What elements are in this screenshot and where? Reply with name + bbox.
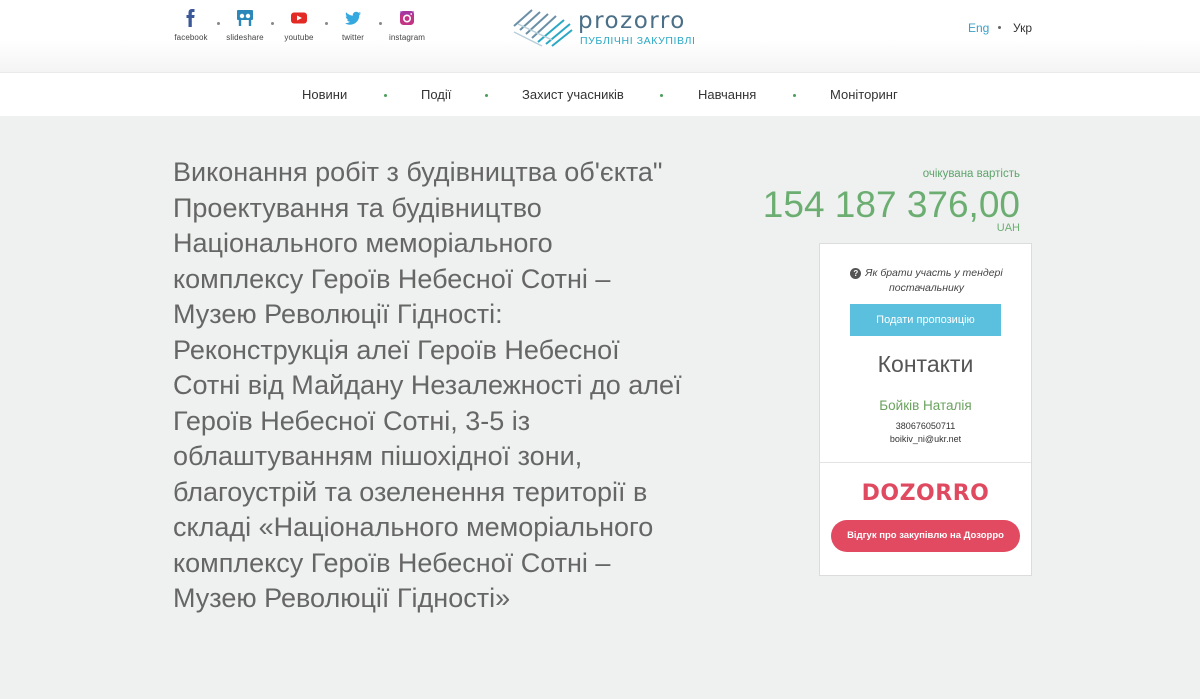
- social-label: youtube: [284, 33, 314, 42]
- logo-subtitle: ПУБЛІЧНІ ЗАКУПІВЛІ: [580, 35, 696, 47]
- social-facebook[interactable]: facebook: [164, 8, 218, 42]
- contacts-heading: Контакти: [877, 351, 974, 377]
- slideshare-icon: [237, 10, 253, 26]
- tender-sidebar-card: ? Як брати участь у тендері постачальнику…: [819, 243, 1032, 576]
- social-label: slideshare: [226, 33, 264, 42]
- expected-value-currency: UAH: [996, 222, 1020, 234]
- nav-item-education[interactable]: Навчання: [698, 87, 756, 102]
- nav-item-monitoring[interactable]: Моніторинг: [830, 87, 898, 102]
- prozorro-mark-icon: [513, 9, 573, 47]
- separator-dot: [485, 94, 488, 97]
- logo-name: prozorro: [578, 8, 686, 34]
- expected-value-amount: 154 187 376,00: [762, 184, 1020, 225]
- lang-switch-en[interactable]: Eng: [968, 21, 989, 35]
- social-label: instagram: [388, 33, 426, 42]
- youtube-icon: [291, 12, 307, 24]
- lang-switch-uk[interactable]: Укр: [1013, 21, 1032, 35]
- separator-dot: [325, 22, 328, 25]
- separator-dot: [384, 94, 387, 97]
- separator-dot: [217, 22, 220, 25]
- social-slideshare[interactable]: slideshare: [218, 8, 272, 42]
- divider: [820, 462, 1031, 463]
- prozorro-logo[interactable]: prozorro ПУБЛІЧНІ ЗАКУПІВЛІ: [512, 6, 702, 48]
- contact-phone: 380676050711: [895, 421, 956, 431]
- contact-email: boikiv_ni@ukr.net: [889, 434, 962, 444]
- separator-dot: [660, 94, 663, 97]
- expected-value-label: очікувана вартість: [922, 168, 1020, 180]
- contact-name: Бойків Наталія: [879, 398, 972, 413]
- nav-item-events[interactable]: Події: [421, 87, 451, 102]
- social-instagram[interactable]: instagram: [380, 8, 434, 42]
- separator-dot: [998, 26, 1001, 29]
- social-links: facebook slideshare youtube twitter inst…: [164, 8, 434, 42]
- howto-text: Як брати участь у тендері постачальнику: [865, 267, 1003, 294]
- dozorro-logo: DOZORRO: [820, 481, 1031, 506]
- tender-title: Виконання робіт з будівництва об'єкта" П…: [173, 157, 682, 613]
- nav-item-participant-protection[interactable]: Захист учасників: [522, 87, 624, 102]
- dozorro-logo-text: DOZORRO: [861, 481, 990, 506]
- separator-dot: [379, 22, 382, 25]
- dozorro-review-button[interactable]: Відгук про закупівлю на Дозорро: [831, 520, 1020, 552]
- social-youtube[interactable]: youtube: [272, 8, 326, 42]
- twitter-icon: [345, 11, 361, 25]
- main-nav: Новини Події Захист учасників Навчання М…: [0, 72, 1200, 116]
- site-header: facebook slideshare youtube twitter inst…: [0, 0, 1200, 72]
- separator-dot: [271, 22, 274, 25]
- howto-participate-link[interactable]: ? Як брати участь у тендері постачальнику: [830, 266, 1023, 296]
- separator-dot: [793, 94, 796, 97]
- question-icon: ?: [850, 268, 862, 279]
- facebook-icon: [186, 9, 195, 27]
- submit-offer-button[interactable]: Подати пропозицію: [850, 304, 1001, 336]
- instagram-icon: [400, 11, 414, 25]
- social-label: facebook: [174, 33, 208, 42]
- nav-item-news[interactable]: Новини: [302, 87, 347, 102]
- social-twitter[interactable]: twitter: [326, 8, 380, 42]
- social-label: twitter: [341, 33, 365, 42]
